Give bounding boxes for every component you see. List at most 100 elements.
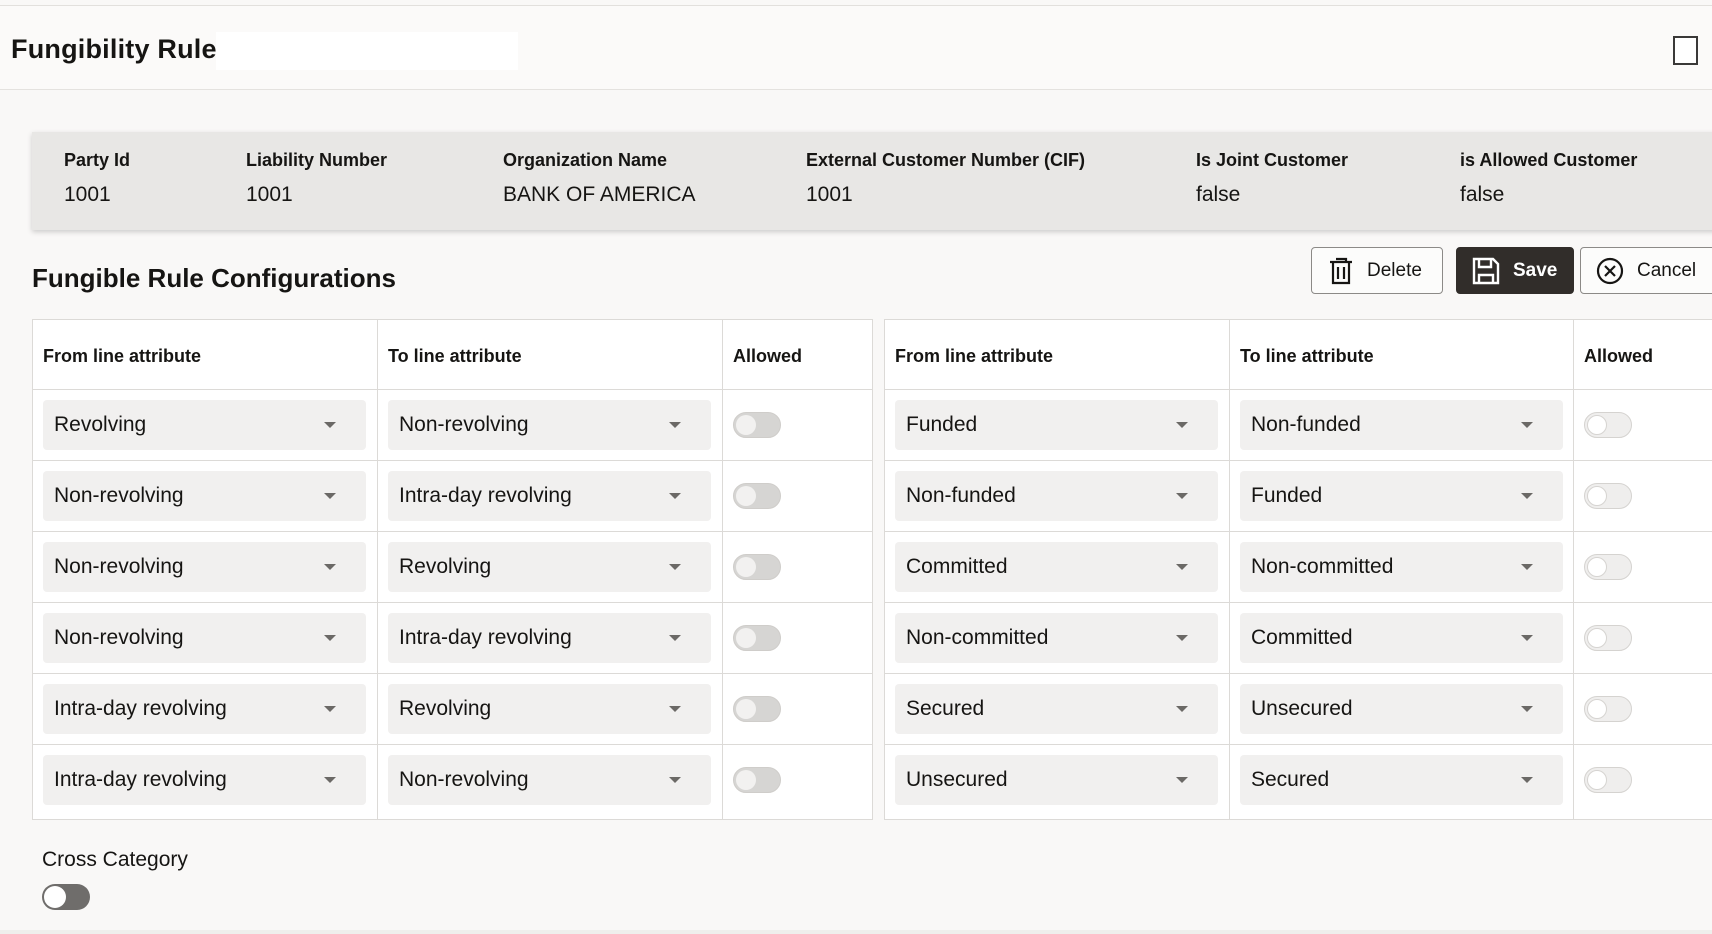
info-is-joint-customer: Is Joint Customer false: [1196, 150, 1348, 207]
to-attribute-select[interactable]: Intra-day revolving: [388, 613, 711, 663]
info-label: Party Id: [64, 150, 131, 170]
select-value: Revolving: [54, 413, 147, 436]
to-attribute-select[interactable]: Revolving: [388, 684, 711, 734]
chevron-down-icon: [1176, 635, 1188, 641]
from-attribute-select[interactable]: Intra-day revolving: [43, 684, 366, 734]
chevron-down-icon: [1521, 777, 1533, 783]
info-label: is Allowed Customer: [1460, 150, 1638, 170]
column-header-from: From line attribute: [43, 346, 202, 366]
circle-x-icon: [1596, 257, 1624, 284]
info-value: BANK OF AMERICA: [503, 183, 696, 206]
customer-info-bar: Party Id 1001 Liability Number 1001 Orga…: [32, 132, 1712, 230]
select-value: Committed: [1251, 626, 1353, 649]
chevron-down-icon: [669, 422, 681, 428]
maximize-icon[interactable]: [1673, 36, 1698, 65]
allowed-toggle[interactable]: [733, 554, 781, 580]
chevron-down-icon: [1176, 777, 1188, 783]
select-value: Non-revolving: [399, 413, 529, 436]
chevron-down-icon: [1176, 493, 1188, 499]
info-party-id: Party Id 1001: [64, 150, 130, 207]
chevron-down-icon: [669, 706, 681, 712]
cross-category-toggle[interactable]: [42, 884, 90, 910]
toggle-knob: [1587, 486, 1607, 506]
cancel-label: Cancel: [1637, 259, 1697, 281]
info-value: 1001: [246, 183, 293, 206]
toggle-knob: [736, 486, 756, 506]
delete-label: Delete: [1367, 259, 1422, 281]
table-row: Secured Unsecured: [885, 673, 1712, 744]
table-row: Intra-day revolving Revolving: [33, 673, 872, 744]
save-button[interactable]: Save: [1456, 247, 1574, 294]
toggle-knob: [1587, 770, 1607, 790]
from-attribute-select[interactable]: Committed: [895, 542, 1218, 592]
chevron-down-icon: [324, 777, 336, 783]
select-value: Intra-day revolving: [54, 768, 227, 791]
column-header-allowed: Allowed: [1584, 346, 1654, 366]
cancel-button[interactable]: Cancel: [1580, 247, 1712, 294]
select-value: Non-revolving: [54, 626, 184, 649]
select-value: Committed: [906, 555, 1008, 578]
toggle-knob: [736, 415, 756, 435]
to-attribute-select[interactable]: Committed: [1240, 613, 1563, 663]
allowed-toggle[interactable]: [733, 483, 781, 509]
allowed-toggle[interactable]: [733, 767, 781, 793]
from-attribute-select[interactable]: Funded: [895, 400, 1218, 450]
to-attribute-select[interactable]: Unsecured: [1240, 684, 1563, 734]
table-row: Non-funded Funded: [885, 460, 1712, 531]
info-value: false: [1460, 183, 1505, 206]
chevron-down-icon: [1176, 564, 1188, 570]
from-attribute-select[interactable]: Non-committed: [895, 613, 1218, 663]
to-attribute-select[interactable]: Revolving: [388, 542, 711, 592]
chevron-down-icon: [1176, 706, 1188, 712]
allowed-toggle[interactable]: [733, 412, 781, 438]
toggle-knob: [1587, 628, 1607, 648]
toggle-knob: [736, 557, 756, 577]
select-value: Funded: [906, 413, 978, 436]
fungible-rules-grid-left: From line attribute To line attribute Al…: [32, 319, 873, 820]
delete-button[interactable]: Delete: [1311, 247, 1443, 294]
from-attribute-select[interactable]: Revolving: [43, 400, 366, 450]
allowed-toggle[interactable]: [733, 625, 781, 651]
chevron-down-icon: [669, 564, 681, 570]
allowed-toggle[interactable]: [733, 696, 781, 722]
from-attribute-select[interactable]: Non-revolving: [43, 613, 366, 663]
to-attribute-select[interactable]: Non-revolving: [388, 755, 711, 805]
select-value: Non-revolving: [399, 768, 529, 791]
to-attribute-select[interactable]: Non-revolving: [388, 400, 711, 450]
toggle-knob: [1587, 557, 1607, 577]
to-attribute-select[interactable]: Funded: [1240, 471, 1563, 521]
select-value: Non-revolving: [54, 484, 184, 507]
to-attribute-select[interactable]: Secured: [1240, 755, 1563, 805]
title-text-field: [216, 32, 518, 70]
from-attribute-select[interactable]: Non-funded: [895, 471, 1218, 521]
allowed-toggle[interactable]: [1584, 767, 1632, 793]
trash-icon: [1330, 257, 1352, 284]
chevron-down-icon: [1521, 635, 1533, 641]
allowed-toggle[interactable]: [1584, 625, 1632, 651]
chevron-down-icon: [1176, 422, 1188, 428]
cross-category-label: Cross Category: [42, 848, 188, 871]
info-label: Is Joint Customer: [1196, 150, 1349, 170]
chevron-down-icon: [324, 635, 336, 641]
to-attribute-select[interactable]: Non-funded: [1240, 400, 1563, 450]
floppy-disk-icon: [1472, 257, 1500, 284]
from-attribute-select[interactable]: Unsecured: [895, 755, 1218, 805]
to-attribute-select[interactable]: Intra-day revolving: [388, 471, 711, 521]
table-row: Revolving Non-revolving: [33, 389, 872, 460]
from-attribute-select[interactable]: Intra-day revolving: [43, 755, 366, 805]
allowed-toggle[interactable]: [1584, 483, 1632, 509]
allowed-toggle[interactable]: [1584, 554, 1632, 580]
chevron-down-icon: [1521, 706, 1533, 712]
info-organization-name: Organization Name BANK OF AMERICA: [503, 150, 696, 207]
from-attribute-select[interactable]: Non-revolving: [43, 542, 366, 592]
chevron-down-icon: [1521, 493, 1533, 499]
to-attribute-select[interactable]: Non-committed: [1240, 542, 1563, 592]
chevron-down-icon: [324, 422, 336, 428]
from-attribute-select[interactable]: Non-revolving: [43, 471, 366, 521]
info-liability-number: Liability Number 1001: [246, 150, 387, 207]
allowed-toggle[interactable]: [1584, 696, 1632, 722]
from-attribute-select[interactable]: Secured: [895, 684, 1218, 734]
allowed-toggle[interactable]: [1584, 412, 1632, 438]
table-row: Non-revolving Intra-day revolving: [33, 460, 872, 531]
chevron-down-icon: [1521, 564, 1533, 570]
